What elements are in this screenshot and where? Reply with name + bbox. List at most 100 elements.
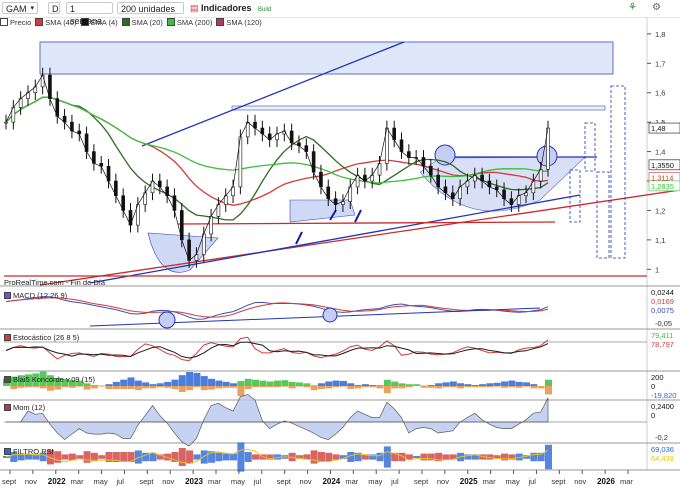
koncorde-bar	[17, 386, 25, 388]
x-tick-label: may	[368, 477, 382, 486]
macd-circle	[322, 307, 338, 323]
koncorde-bar	[435, 386, 443, 389]
koncorde-bar	[171, 386, 179, 389]
arrow	[354, 209, 362, 223]
koncorde-bar	[54, 386, 62, 390]
koncorde-bar	[156, 383, 164, 386]
koncorde-bar	[545, 386, 552, 395]
koncorde-bar	[149, 386, 157, 389]
koncorde-bar	[32, 386, 40, 388]
rsi-bar	[98, 455, 106, 459]
koncorde-bar	[449, 381, 457, 386]
koncorde-label: Blai5 Koncorde v.09 (15)	[4, 375, 95, 385]
panel-value-label: 0,0075	[651, 306, 674, 315]
koncorde-bar	[193, 386, 201, 388]
koncorde-bar	[523, 386, 531, 387]
panel-value-label: 200	[651, 373, 664, 382]
stoch-k	[5, 336, 549, 362]
koncorde-bar	[105, 386, 113, 389]
koncorde-bar	[134, 380, 142, 386]
rsi-bar	[222, 453, 230, 461]
time-axis: sept nov 2022 mar may jul sept nov 2023 mar may jul…	[2, 470, 633, 486]
koncorde-bar	[464, 386, 472, 388]
koncorde-bar	[112, 381, 120, 386]
macd-label: MACD (12 26 9)	[4, 291, 67, 301]
macd-line	[5, 296, 549, 320]
x-tick-label: nov	[300, 477, 312, 486]
x-tick-label: 2026	[597, 477, 615, 486]
koncorde-bar	[83, 386, 91, 390]
rsi-bar	[186, 450, 194, 464]
koncorde-bar	[398, 383, 406, 386]
koncorde-bar	[427, 386, 435, 388]
koncorde-bar	[501, 386, 509, 388]
price-candle	[4, 121, 8, 124]
koncorde-bar	[222, 381, 230, 386]
price-tag-label: 1,48	[651, 124, 666, 133]
koncorde-bar	[24, 386, 32, 388]
koncorde-bar	[281, 386, 289, 387]
koncorde-bar	[98, 386, 106, 387]
arrow	[295, 231, 303, 245]
rsi-bar	[545, 444, 552, 470]
y-tick-label: 1,4	[655, 148, 665, 157]
koncorde-bar	[288, 381, 296, 386]
source-label: ProRealTime.com - Fin de Día	[4, 278, 106, 287]
koncorde-bar	[142, 386, 150, 389]
projection-box	[610, 85, 626, 259]
koncorde-bar	[274, 386, 281, 388]
rsi-bar	[332, 454, 340, 460]
koncorde-bar	[515, 381, 523, 386]
support-line	[177, 221, 556, 225]
mom-label: Mom (12)	[4, 403, 45, 413]
koncorde-bar	[508, 380, 516, 386]
koncorde-bar	[537, 386, 545, 389]
koncorde-bar	[46, 386, 54, 391]
koncorde-bar	[288, 386, 296, 389]
koncorde-bar	[449, 386, 457, 388]
x-tick-label: mar	[345, 477, 358, 486]
koncorde-bar	[376, 385, 384, 386]
resistance-band	[231, 105, 606, 111]
x-tick-label: may	[506, 477, 520, 486]
price-tag-label: 1,2835	[651, 182, 674, 191]
koncorde-bar	[200, 386, 208, 391]
koncorde-bar	[361, 386, 369, 388]
koncorde-bar	[230, 383, 238, 386]
rsi-bar	[215, 452, 223, 462]
macd-signal	[5, 297, 549, 318]
rsi-bar	[193, 454, 201, 460]
macd-circle	[158, 311, 176, 329]
koncorde-bar	[493, 382, 501, 386]
x-tick-label: mar	[71, 477, 84, 486]
koncorde-bar	[208, 386, 216, 390]
koncorde-bar	[10, 386, 18, 389]
koncorde-bar	[90, 386, 98, 389]
rsi-label: FILTRO RSI	[4, 447, 54, 457]
koncorde-bar	[259, 380, 267, 386]
x-tick-label: 2022	[48, 477, 66, 486]
panel-value-label: 0,0169	[651, 297, 674, 306]
koncorde-bar	[471, 385, 479, 386]
rsi-bar	[237, 442, 245, 472]
stoch-label: Estocástico (26 8 5)	[4, 333, 79, 343]
koncorde-bar	[405, 384, 413, 386]
rsi-bar	[325, 452, 333, 462]
x-tick-label: may	[94, 477, 108, 486]
koncorde-bar	[252, 379, 260, 386]
koncorde-bar	[156, 386, 164, 388]
koncorde-bar	[354, 385, 362, 386]
koncorde-bar	[68, 386, 76, 388]
koncorde-bar	[244, 378, 252, 386]
koncorde-bar	[413, 384, 421, 386]
projection-box	[584, 122, 596, 172]
koncorde-bar	[266, 381, 274, 386]
koncorde-bar	[259, 386, 267, 388]
koncorde-bar	[369, 385, 377, 386]
panel-tick-label: -0,05	[655, 319, 672, 328]
koncorde-bar	[127, 377, 135, 386]
panel-value-label: 78,797	[651, 340, 674, 349]
koncorde-bar	[457, 386, 465, 389]
koncorde-bar	[530, 384, 538, 386]
koncorde-bar	[120, 379, 128, 386]
